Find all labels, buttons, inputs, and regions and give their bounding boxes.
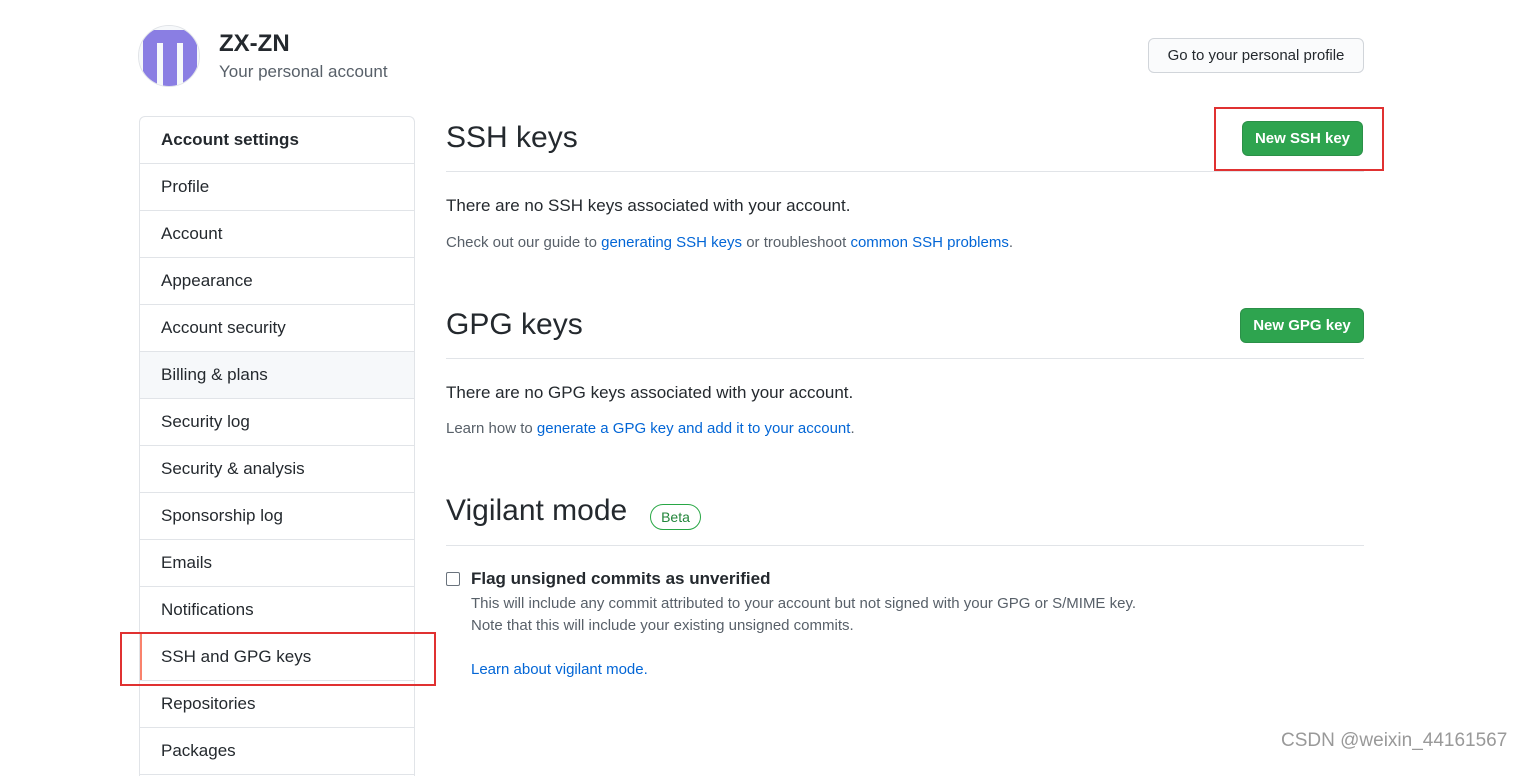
account-name: ZX-ZN (219, 30, 290, 57)
avatar[interactable] (138, 25, 200, 87)
go-to-profile-button[interactable]: Go to your personal profile (1148, 38, 1364, 73)
common-ssh-problems-link[interactable]: common SSH problems (850, 234, 1008, 251)
learn-suffix: . (643, 661, 648, 678)
sidebar-item-account[interactable]: Account (140, 211, 414, 258)
sidebar-item-ssh-gpg-keys[interactable]: SSH and GPG keys (140, 634, 414, 681)
sidebar-item-sponsorship-log[interactable]: Sponsorship log (140, 493, 414, 540)
gpg-keys-title: GPG keys (446, 308, 583, 341)
gpg-help-suffix: . (850, 420, 855, 437)
sidebar-item-account-security[interactable]: Account security (140, 305, 414, 352)
watermark: CSDN @weixin_44161567 (1281, 730, 1508, 751)
ssh-blank-state: There are no SSH keys associated with yo… (446, 196, 851, 215)
sidebar-item-emails[interactable]: Emails (140, 540, 414, 587)
sidebar-item-packages[interactable]: Packages (140, 728, 414, 775)
generating-ssh-keys-link[interactable]: generating SSH keys (601, 234, 742, 251)
generate-gpg-key-link[interactable]: generate a GPG key and add it to your ac… (537, 420, 851, 437)
new-ssh-key-button[interactable]: New SSH key (1242, 121, 1363, 156)
gpg-help-prefix: Learn how to (446, 420, 537, 437)
flag-unsigned-commits-checkbox[interactable] (446, 572, 460, 586)
sidebar-item-security-log[interactable]: Security log (140, 399, 414, 446)
sidebar-item-security-analysis[interactable]: Security & analysis (140, 446, 414, 493)
sidebar-item-profile[interactable]: Profile (140, 164, 414, 211)
ssh-help-prefix: Check out our guide to (446, 234, 602, 251)
vigilant-note-line1: This will include any commit attributed … (471, 595, 1137, 612)
sidebar-item-repositories[interactable]: Repositories (140, 681, 414, 728)
ssh-help-suffix: . (1008, 234, 1013, 251)
vigilant-divider (446, 545, 1364, 546)
learn-vigilant-mode-link[interactable]: Learn about vigilant mode (471, 661, 644, 678)
beta-badge: Beta (650, 504, 701, 530)
account-subtitle: Your personal account (219, 62, 388, 81)
flag-unsigned-commits-label[interactable]: Flag unsigned commits as unverified (471, 569, 770, 589)
identicon-icon (139, 26, 199, 86)
vigilant-mode-title: Vigilant mode (446, 494, 628, 527)
gpg-blank-state: There are no GPG keys associated with yo… (446, 383, 854, 402)
ssh-help-middle: or troubleshoot (742, 234, 851, 251)
sidebar-heading: Account settings (140, 117, 414, 164)
gpg-divider (446, 358, 1364, 359)
sidebar-item-billing[interactable]: Billing & plans (140, 352, 414, 399)
settings-sidebar: Account settings Profile Account Appeara… (139, 116, 415, 776)
new-gpg-key-button[interactable]: New GPG key (1240, 308, 1364, 343)
vigilant-learn-note: Learn about vigilant mode. (471, 661, 648, 678)
vigilant-note-line2: Note that this will include your existin… (471, 617, 854, 634)
ssh-help-note: Check out our guide to generating SSH ke… (446, 234, 1013, 251)
sidebar-item-appearance[interactable]: Appearance (140, 258, 414, 305)
ssh-divider (446, 171, 1364, 172)
gpg-help-note: Learn how to generate a GPG key and add … (446, 420, 855, 437)
ssh-keys-title: SSH keys (446, 121, 578, 154)
sidebar-item-notifications[interactable]: Notifications (140, 587, 414, 634)
